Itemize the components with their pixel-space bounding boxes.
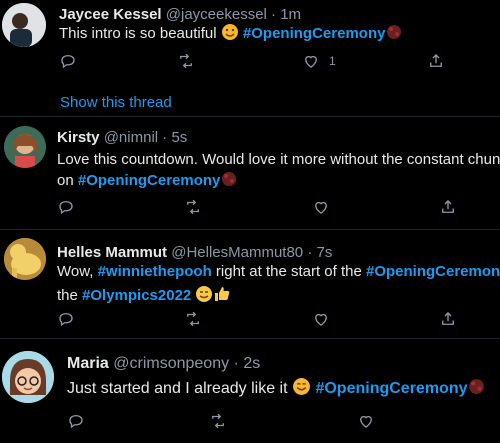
like-button[interactable] [312, 198, 330, 216]
retweet-icon [187, 199, 199, 215]
retweet-button[interactable] [184, 198, 202, 216]
text-segment: right at the start of the [211, 263, 366, 280]
avatar[interactable] [2, 351, 54, 403]
like-icon [315, 313, 327, 326]
separator: · [233, 355, 239, 372]
retweet-icon [180, 53, 192, 69]
retweet-icon [187, 311, 199, 327]
face-emoji-icon [292, 377, 311, 402]
separator: · [307, 244, 313, 261]
tweet-actions [57, 198, 457, 220]
retweet-button[interactable] [177, 52, 195, 70]
hashtag-link[interactable]: #winniethepooh [98, 263, 212, 280]
separator: · [271, 6, 277, 23]
text-segment: Love this countdown. Would love it more … [57, 151, 500, 168]
share-icon [430, 54, 442, 67]
tweet-3[interactable]: Helles Mammut @HellesMammut80 · 7s Wow, … [0, 230, 500, 337]
tweet-4[interactable]: Maria @crimsonpeony · 2s Just started an… [0, 339, 500, 443]
reply-icon [59, 313, 73, 327]
tweet-text: Wow, #winniethepooh right at the start o… [57, 261, 500, 309]
face-emoji-icon [221, 23, 239, 47]
author-handle[interactable]: @nimnil [104, 129, 158, 146]
tweet-2[interactable]: Kirsty @nimnil · 5s Love this countdown.… [0, 117, 500, 229]
timestamp[interactable]: 7s [317, 244, 333, 261]
timestamp[interactable]: 5s [171, 129, 187, 146]
flag-emoji-icon [467, 377, 486, 402]
like-icon [315, 201, 327, 214]
hashtag-link[interactable]: #OpeningCeremony [78, 172, 221, 189]
face-emoji-icon [195, 285, 213, 309]
text-segment: Wow, [57, 263, 98, 280]
like-icon [360, 415, 372, 428]
like-count: 1 [329, 54, 336, 68]
text-segment: the [57, 287, 83, 304]
reply-button[interactable] [67, 412, 85, 430]
flag-emoji-icon [385, 23, 403, 47]
avatar-photo-icon [4, 126, 46, 168]
tweet-text: Love this countdown. Would love it more … [57, 149, 500, 194]
avatar[interactable] [2, 3, 46, 47]
text-segment: This intro is so beautiful [59, 25, 221, 42]
timestamp[interactable]: 2s [243, 355, 260, 372]
author-handle[interactable]: @HellesMammut80 [171, 244, 303, 261]
flag-emoji-icon [220, 170, 238, 194]
avatar-photo-icon [2, 351, 54, 403]
tweet-actions: 1 [59, 52, 459, 74]
timestamp[interactable]: 1m [280, 6, 301, 23]
author-handle[interactable]: @crimsonpeony [113, 355, 229, 372]
reply-icon [59, 201, 73, 215]
avatar-photo-icon [4, 238, 46, 280]
show-thread-link[interactable]: Show this thread [60, 94, 172, 111]
separator: · [162, 129, 168, 146]
like-button[interactable]: 1 [302, 52, 336, 70]
like-button[interactable] [312, 310, 330, 328]
reply-button[interactable] [57, 310, 75, 328]
avatar[interactable] [4, 238, 46, 280]
retweet-icon [212, 413, 224, 429]
text-segment: Just started and I already like it [67, 380, 292, 397]
hashtag-link[interactable]: #OpeningCeremony [243, 25, 386, 42]
share-icon [442, 200, 454, 213]
tweet-actions [57, 310, 457, 332]
avatar[interactable] [4, 126, 46, 168]
retweet-button[interactable] [184, 310, 202, 328]
tweet-text: Just started and I already like it #Open… [67, 377, 486, 402]
reply-button[interactable] [57, 198, 75, 216]
avatar-photo-icon [2, 3, 46, 47]
hashtag-link[interactable]: #OpeningCeremony [315, 380, 467, 397]
author-name[interactable]: Jaycee Kessel [59, 6, 162, 23]
share-icon [442, 312, 454, 325]
share-button[interactable] [439, 198, 457, 216]
tweet-1[interactable]: Jaycee Kessel @jayceekessel · 1m This in… [0, 0, 500, 86]
author-handle[interactable]: @jayceekessel [166, 6, 267, 23]
like-button[interactable] [357, 412, 375, 430]
hashtag-link[interactable]: #Olympics2022 [82, 287, 191, 304]
text-segment: on [57, 172, 78, 189]
reply-icon [69, 415, 83, 429]
thumbs-up-icon [213, 285, 231, 309]
reply-icon [61, 55, 75, 69]
retweet-button[interactable] [209, 412, 227, 430]
hashtag-link[interactable]: #OpeningCeremony [366, 263, 500, 280]
author-name[interactable]: Helles Mammut [57, 244, 167, 261]
tweet-text: This intro is so beautiful #OpeningCerem… [59, 23, 403, 47]
share-button[interactable] [439, 310, 457, 328]
tweet-actions [67, 412, 467, 434]
author-name[interactable]: Maria [67, 355, 109, 372]
reply-button[interactable] [59, 52, 77, 70]
like-icon [305, 55, 317, 68]
author-name[interactable]: Kirsty [57, 129, 100, 146]
share-button[interactable] [427, 52, 445, 70]
